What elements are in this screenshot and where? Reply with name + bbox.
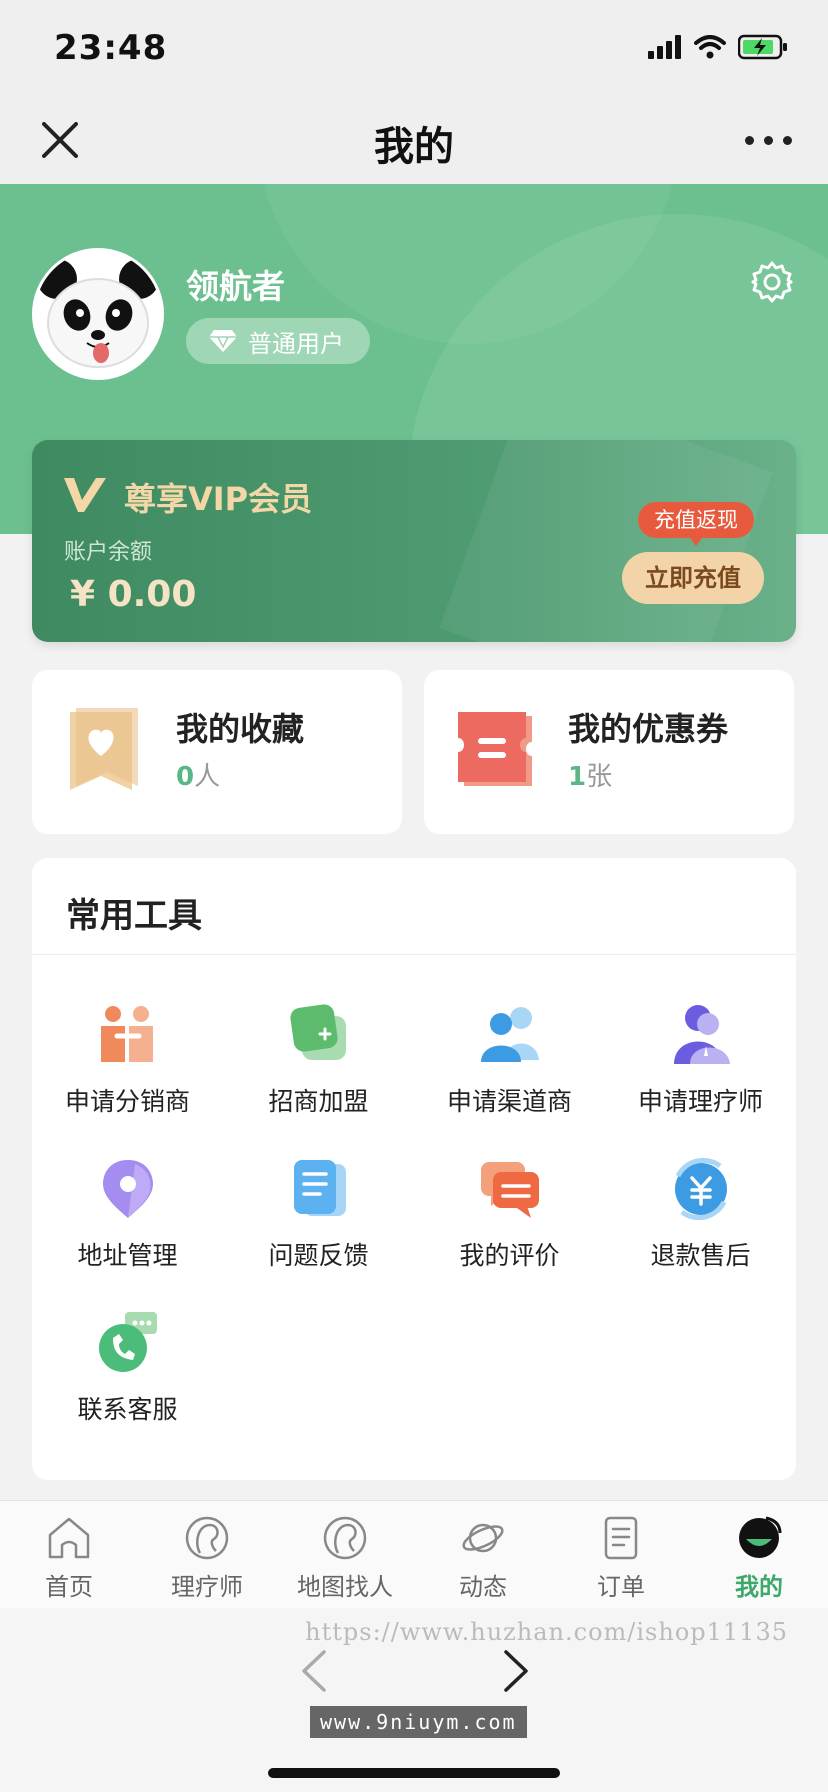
username: 领航者 — [186, 267, 285, 306]
channel-partner-icon — [480, 1007, 539, 1062]
promo-tag: 充值返现 — [638, 502, 754, 546]
panda-avatar-icon — [35, 251, 161, 377]
feedback-icon — [293, 1160, 346, 1216]
forward-arrow-icon[interactable] — [498, 1648, 534, 1694]
profile-active-icon — [739, 1516, 782, 1558]
avatar[interactable] — [32, 248, 164, 380]
coupons-count: 1张 — [568, 762, 613, 792]
tab-mine[interactable]: 我的 — [690, 1515, 828, 1602]
tab-orders[interactable]: 订单 — [552, 1515, 690, 1602]
page-title: 我的 — [374, 124, 454, 170]
status-bar: 23:48 — [0, 0, 828, 96]
balance-label: 账户余额 — [64, 540, 153, 565]
map-person-icon — [323, 1516, 367, 1560]
wifi-icon — [694, 35, 726, 59]
balance-value: ¥ 0.00 — [70, 574, 197, 615]
tool-label: 招商加盟 — [268, 1087, 369, 1116]
tab-map-search[interactable]: 地图找人 — [276, 1515, 414, 1602]
tool-apply-distributor[interactable]: 申请分销商 — [32, 1002, 223, 1118]
user-level-badge: 普通用户 — [186, 318, 370, 364]
home-icon — [48, 1517, 90, 1559]
tab-label: 我的 — [735, 1573, 783, 1601]
favorites-card[interactable]: 我的收藏 0人 — [32, 670, 402, 834]
tab-feed[interactable]: 动态 — [414, 1515, 552, 1602]
coupons-title: 我的优惠券 — [568, 710, 729, 748]
watermark-site: www.9niuym.com — [310, 1706, 527, 1738]
tab-therapist[interactable]: 理疗师 — [138, 1515, 276, 1602]
tool-address[interactable]: 地址管理 — [32, 1156, 223, 1272]
tool-my-reviews[interactable]: 我的评价 — [414, 1156, 605, 1272]
favorites-title: 我的收藏 — [176, 710, 305, 748]
vip-logo-icon — [64, 478, 106, 512]
vip-title: 尊享VIP会员 — [124, 480, 313, 518]
tab-home[interactable]: 首页 — [0, 1515, 138, 1602]
home-indicator[interactable] — [268, 1768, 560, 1778]
tool-franchise[interactable]: 招商加盟 — [223, 1002, 414, 1118]
planet-icon — [462, 1523, 504, 1553]
tool-refund[interactable]: 退款售后 — [605, 1156, 796, 1272]
location-icon — [102, 1160, 153, 1218]
divider — [32, 954, 796, 955]
tool-label: 地址管理 — [77, 1241, 178, 1270]
coupon-icon — [458, 712, 532, 786]
signal-icon — [648, 35, 681, 59]
favorites-icon — [70, 708, 138, 790]
more-icon[interactable] — [745, 136, 792, 145]
franchise-icon — [289, 1004, 346, 1060]
tool-label: 申请渠道商 — [446, 1087, 572, 1116]
distributor-icon — [100, 1006, 153, 1062]
tool-label: 申请理疗师 — [637, 1087, 763, 1116]
order-icon — [604, 1516, 638, 1560]
favorites-count: 0人 — [176, 762, 221, 792]
tab-label: 地图找人 — [297, 1573, 393, 1601]
tool-apply-therapist[interactable]: 申请理疗师 — [605, 1002, 796, 1118]
watermark-url: https://www.huzhan.com/ishop11135 — [305, 1618, 788, 1646]
user-level-label: 普通用户 — [248, 329, 344, 358]
coupons-card[interactable]: 我的优惠券 1张 — [424, 670, 794, 834]
browser-toolbar: https://www.huzhan.com/ishop11135 www.9n… — [0, 1608, 828, 1792]
tool-label: 申请分销商 — [64, 1087, 190, 1116]
tool-feedback[interactable]: 问题反馈 — [223, 1156, 414, 1272]
recharge-button[interactable]: 立即充值 — [622, 552, 764, 604]
tool-apply-channel[interactable]: 申请渠道商 — [414, 1002, 605, 1118]
gear-icon[interactable] — [750, 260, 794, 304]
tab-label: 理疗师 — [171, 1573, 243, 1601]
nav-bar: 我的 — [0, 96, 828, 184]
vip-card[interactable]: 尊享VIP会员 账户余额 ¥ 0.00 充值返现 立即充值 — [32, 440, 796, 642]
tool-label: 我的评价 — [459, 1241, 560, 1270]
tool-customer-service[interactable]: 联系客服 — [32, 1310, 223, 1426]
tab-bar: 首页 理疗师 地图找人 动态 订单 我的 — [0, 1500, 828, 1608]
customer-service-icon — [98, 1312, 157, 1372]
reviews-icon — [480, 1162, 539, 1218]
tool-label: 退款售后 — [650, 1241, 751, 1270]
status-icons — [648, 34, 788, 60]
battery-icon — [738, 34, 787, 60]
tab-label: 首页 — [45, 1573, 93, 1601]
refund-icon — [674, 1157, 727, 1221]
back-arrow-icon[interactable] — [296, 1648, 332, 1694]
tool-label: 问题反馈 — [268, 1241, 369, 1270]
diamond-icon — [209, 330, 237, 352]
therapist-tab-icon — [185, 1516, 229, 1560]
therapist-icon — [673, 1005, 730, 1064]
tab-label: 动态 — [459, 1573, 507, 1601]
tab-label: 订单 — [597, 1573, 645, 1601]
status-time: 23:48 — [54, 28, 168, 68]
tools-section: 常用工具 申请分销商 招商加盟 申请渠道商 申请理疗师 地址管理 问题反馈 我的… — [32, 858, 796, 1480]
tool-label: 联系客服 — [77, 1395, 178, 1424]
tools-title: 常用工具 — [66, 896, 202, 936]
